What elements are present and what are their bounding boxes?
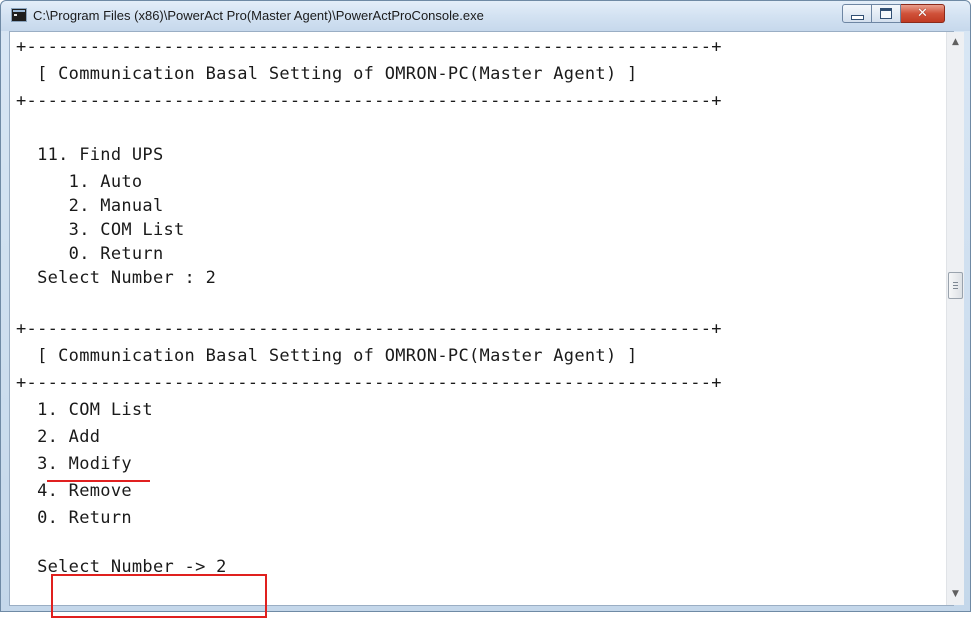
grip-line <box>953 282 958 283</box>
console-line: 2. Add <box>16 427 101 447</box>
console-line: 2. Manual <box>16 196 164 216</box>
console-line: 3. COM List <box>16 220 185 240</box>
console-line: [ Communication Basal Setting of OMRON-P… <box>16 64 638 84</box>
console-line: 4. Remove <box>16 481 132 501</box>
highlight-underline <box>47 480 150 482</box>
grip-line <box>953 288 958 289</box>
console-output: +---------------------------------------… <box>10 32 938 607</box>
maximize-icon <box>880 8 892 19</box>
title-bar[interactable]: C:\Program Files (x86)\PowerAct Pro(Mast… <box>1 1 970 31</box>
minimize-button[interactable] <box>842 4 872 23</box>
console-line: 1. COM List <box>16 400 153 420</box>
grip-line <box>953 285 958 286</box>
console-line: +---------------------------------------… <box>16 91 722 111</box>
console-line: 11. Find UPS <box>16 145 164 165</box>
scrollbar-thumb[interactable] <box>948 272 963 299</box>
console-line: 3. Modify <box>16 454 132 474</box>
console-line: Select Number : 2 <box>16 268 217 288</box>
console-line: +---------------------------------------… <box>16 373 722 393</box>
console-line: 0. Return <box>16 508 132 528</box>
console-line: 1. Auto <box>16 172 143 192</box>
console-line: [ Communication Basal Setting of OMRON-P… <box>16 346 638 366</box>
console-line: 0. Return <box>16 244 164 264</box>
window-title: C:\Program Files (x86)\PowerAct Pro(Mast… <box>33 8 484 23</box>
vertical-scrollbar[interactable]: ▲ ▼ <box>946 32 964 605</box>
close-button[interactable]: ✕ <box>901 4 945 23</box>
maximize-button[interactable] <box>872 4 901 23</box>
console-app-icon[interactable] <box>11 8 27 22</box>
scroll-down-icon[interactable]: ▼ <box>947 586 964 603</box>
minimize-icon <box>850 14 864 20</box>
highlight-box <box>51 574 267 618</box>
close-icon: ✕ <box>917 6 928 21</box>
scroll-up-icon[interactable]: ▲ <box>947 34 964 51</box>
console-line: +---------------------------------------… <box>16 319 722 339</box>
console-window: C:\Program Files (x86)\PowerAct Pro(Mast… <box>0 0 971 618</box>
console-area[interactable]: +---------------------------------------… <box>9 31 964 618</box>
console-line: +---------------------------------------… <box>16 37 722 57</box>
